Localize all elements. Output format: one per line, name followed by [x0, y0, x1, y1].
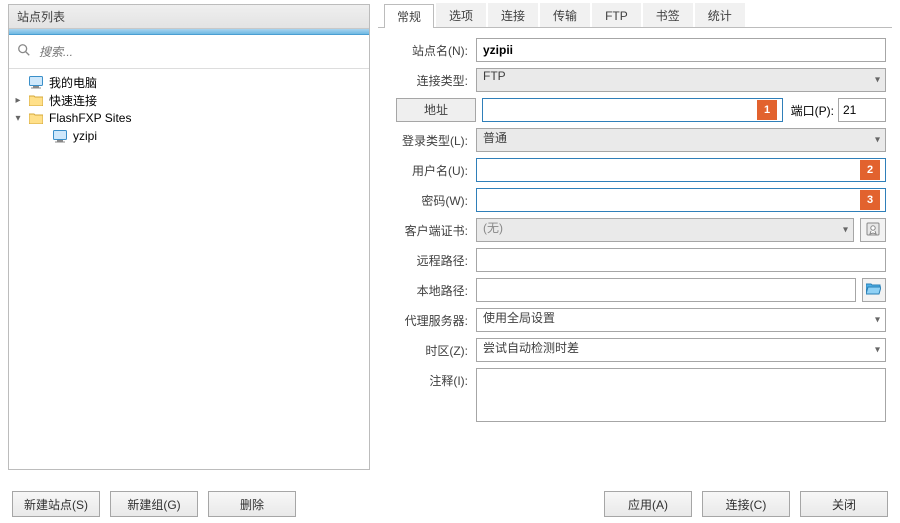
- monitor-icon: [28, 74, 44, 90]
- monitor-icon: [52, 128, 68, 144]
- tab-transfer[interactable]: 传输: [540, 3, 590, 27]
- password-input[interactable]: [476, 188, 886, 212]
- conn-type-select[interactable]: FTP: [476, 68, 886, 92]
- cert-select: (无): [476, 218, 854, 242]
- tree-twisty[interactable]: ▸: [11, 95, 25, 106]
- address-input[interactable]: [482, 98, 783, 122]
- site-list-panel: 站点列表 我的电脑 ▸ 快速连接: [8, 4, 370, 470]
- port-input[interactable]: [838, 98, 886, 122]
- search-input[interactable]: [37, 44, 361, 60]
- remote-path-input[interactable]: [476, 248, 886, 272]
- cert-browse-button[interactable]: [860, 218, 886, 242]
- certificate-icon: [866, 222, 880, 239]
- tree-item-quick-connect[interactable]: ▸ 快速连接: [11, 91, 367, 109]
- tree-item-label: FlashFXP Sites: [49, 111, 131, 125]
- notes-label: 注释(I):: [384, 368, 476, 389]
- login-type-select[interactable]: 普通: [476, 128, 886, 152]
- cert-label: 客户端证书:: [384, 222, 476, 239]
- search-bar: [9, 35, 369, 69]
- tree-twisty[interactable]: ▾: [11, 113, 25, 124]
- tree-item-label: 快速连接: [49, 92, 97, 109]
- tab-connect[interactable]: 连接: [488, 3, 538, 27]
- close-button[interactable]: 关闭: [800, 491, 888, 517]
- local-path-label: 本地路径:: [384, 282, 476, 299]
- timezone-label: 时区(Z):: [384, 342, 476, 359]
- details-panel: 常规 选项 连接 传输 FTP 书签 统计 站点名(N): 连接类型: FTP: [378, 4, 892, 470]
- folder-icon: [28, 110, 44, 126]
- site-name-label: 站点名(N):: [384, 42, 476, 59]
- tree-item-yzipi[interactable]: yzipi: [11, 127, 367, 145]
- proxy-select[interactable]: 使用全局设置: [476, 308, 886, 332]
- new-group-button[interactable]: 新建组(G): [110, 491, 198, 517]
- folder-icon: [28, 92, 44, 108]
- local-path-input[interactable]: [476, 278, 856, 302]
- tab-general[interactable]: 常规: [384, 4, 434, 28]
- timezone-select[interactable]: 尝试自动检测时差: [476, 338, 886, 362]
- password-label: 密码(W):: [384, 192, 476, 209]
- username-input[interactable]: [476, 158, 886, 182]
- new-site-button[interactable]: 新建站点(S): [12, 491, 100, 517]
- general-form: 站点名(N): 连接类型: FTP 地址 1 端口(: [378, 28, 892, 470]
- folder-open-icon: [866, 282, 881, 298]
- site-tree[interactable]: 我的电脑 ▸ 快速连接 ▾ FlashFXP Sites: [9, 69, 369, 469]
- port-label: 端口(P):: [783, 102, 838, 119]
- connect-button[interactable]: 连接(C): [702, 491, 790, 517]
- search-icon: [17, 43, 31, 60]
- address-button[interactable]: 地址: [396, 98, 476, 122]
- notes-textarea[interactable]: [476, 368, 886, 422]
- tab-ftp[interactable]: FTP: [592, 3, 641, 27]
- local-path-browse-button[interactable]: [862, 278, 886, 302]
- tree-item-flashfxp-sites[interactable]: ▾ FlashFXP Sites: [11, 109, 367, 127]
- tree-item-label: yzipi: [73, 129, 97, 143]
- button-bar: 新建站点(S) 新建组(G) 删除 应用(A) 连接(C) 关闭: [0, 491, 900, 517]
- tab-stats[interactable]: 统计: [695, 3, 745, 27]
- tabs: 常规 选项 连接 传输 FTP 书签 统计: [378, 4, 892, 28]
- username-label: 用户名(U):: [384, 162, 476, 179]
- tree-item-label: 我的电脑: [49, 74, 97, 91]
- tree-item-my-computer[interactable]: 我的电脑: [11, 73, 367, 91]
- apply-button[interactable]: 应用(A): [604, 491, 692, 517]
- proxy-label: 代理服务器:: [384, 312, 476, 329]
- delete-button[interactable]: 删除: [208, 491, 296, 517]
- site-name-input[interactable]: [476, 38, 886, 62]
- login-type-label: 登录类型(L):: [384, 132, 476, 149]
- tab-options[interactable]: 选项: [436, 3, 486, 27]
- conn-type-label: 连接类型:: [384, 72, 476, 89]
- tab-bookmark[interactable]: 书签: [643, 3, 693, 27]
- remote-path-label: 远程路径:: [384, 252, 476, 269]
- site-list-title: 站点列表: [9, 5, 369, 29]
